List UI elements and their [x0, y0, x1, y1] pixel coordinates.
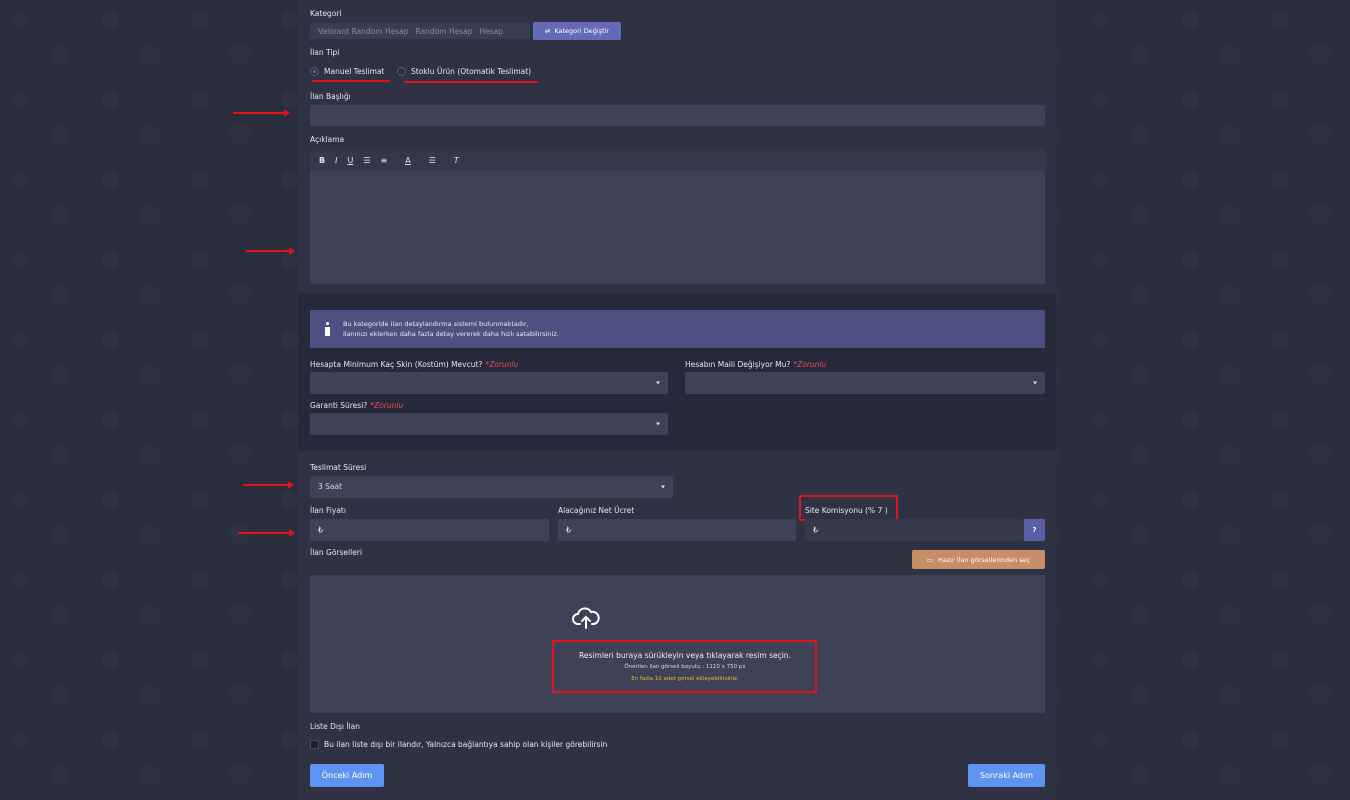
radio-dot — [397, 67, 406, 76]
unlisted-label: Liste Dışı İlan — [310, 722, 360, 731]
currency-symbol: ₺ — [566, 525, 572, 535]
swap-icon: ⇄ — [544, 27, 551, 35]
annotation-underline — [404, 81, 538, 83]
currency-symbol: ₺ — [813, 525, 819, 535]
chevron-down-icon — [1033, 381, 1037, 385]
skin-count-label: Hesapta Minimum Kaç Skin (Kostüm) Mevcut… — [310, 360, 518, 369]
category-path-item: Random Hesap — [415, 26, 473, 36]
clear-format-icon[interactable]: T — [454, 156, 459, 165]
size-hint: Önerilen ilan görseli boyutu : 1110 x 75… — [624, 664, 746, 670]
chevron-down-icon — [656, 381, 660, 385]
title-label: İlan Başlığı — [310, 92, 351, 101]
ordered-list-icon[interactable]: ☰ — [363, 156, 370, 165]
annotation-arrow — [246, 247, 295, 255]
commission-help-button[interactable]: ? — [1024, 519, 1045, 541]
radio-dot — [310, 67, 319, 76]
text-color-icon[interactable]: A — [405, 156, 410, 165]
bullet-list-icon[interactable]: ≡ — [381, 156, 388, 165]
description-editor[interactable] — [310, 171, 1045, 284]
price-input[interactable]: ₺ — [310, 519, 549, 541]
align-icon[interactable]: ☰ — [429, 156, 436, 165]
italic-button[interactable]: I — [335, 156, 337, 165]
ready-images-label: Hazır ilan görsellerinden seç — [937, 555, 1031, 564]
description-label: Açıklama — [310, 135, 345, 144]
listing-type-label: İlan Tipi — [310, 48, 340, 57]
change-category-label: Kategori Değiştir — [554, 27, 610, 35]
required-marker: *Zorunlu — [485, 360, 519, 369]
category-path-item: Hesap — [479, 26, 504, 36]
field-label: Hesapta Minimum Kaç Skin (Kostüm) Mevcut… — [310, 360, 483, 369]
category-path: Valorant Random Hesap Random Hesap Hesap — [310, 23, 530, 39]
change-category-button[interactable]: ⇄ Kategori Değiştir — [533, 22, 621, 40]
next-step-button[interactable]: Sonraki Adım — [968, 764, 1045, 787]
ready-images-button[interactable]: ▭ Hazır ilan görsellerinden seç — [912, 550, 1045, 569]
net-price-input[interactable]: ₺ — [558, 519, 796, 541]
editor-toolbar: B I U ☰ ≡ A ☰ T — [310, 149, 1045, 171]
annotation-arrow — [243, 481, 294, 489]
annotation-underline — [312, 80, 390, 82]
previous-step-button[interactable]: Önceki Adım — [310, 764, 384, 787]
title-input[interactable] — [310, 105, 1045, 126]
field-label: Hesabın Maili Değişiyor Mu? — [685, 360, 791, 369]
bold-button[interactable]: B — [319, 156, 325, 165]
info-line: ilanınızı eklerken daha fazla detay vere… — [343, 330, 559, 338]
mail-change-label: Hesabın Maili Değişiyor Mu? *Zorunlu — [685, 360, 826, 369]
radio-label: Stoklu Ürün (Otomatik Teslimat) — [411, 67, 532, 76]
cloud-upload-icon — [572, 607, 600, 629]
delivery-select[interactable]: 3 Saat — [310, 476, 673, 498]
annotation-arrow — [233, 109, 290, 117]
category-path-item: Valorant Random Hesap — [318, 26, 409, 36]
delivery-label: Teslimat Süresi — [310, 463, 367, 472]
delivery-value: 3 Saat — [318, 482, 343, 491]
price-label: İlan Fiyatı — [310, 506, 346, 515]
images-label: İlan Görselleri — [310, 548, 362, 557]
net-price-label: Alacağınız Net Ücret — [558, 506, 635, 515]
limit-hint: En fazla 10 adet görsel ekleyebilirsiniz… — [631, 676, 739, 682]
radio-label: Manuel Teslimat — [324, 67, 385, 76]
mail-change-select[interactable] — [685, 372, 1045, 394]
images-icon: ▭ — [926, 555, 933, 564]
info-line: Bu kategoride ilan detaylandırma sistemi… — [343, 320, 529, 328]
radio-manual-delivery[interactable]: Manuel Teslimat — [310, 67, 385, 76]
dropzone-text: Resimleri buraya sürükleyin veya tıklaya… — [579, 651, 791, 660]
required-marker: *Zorunlu — [793, 360, 827, 369]
info-alert: Bu kategoride ilan detaylandırma sistemi… — [310, 310, 1045, 348]
skin-count-select[interactable] — [310, 372, 668, 394]
chevron-down-icon — [656, 422, 660, 426]
annotation-arrow — [238, 529, 295, 537]
warranty-label: Garanti Süresi? *Zorunlu — [310, 401, 403, 410]
info-text: Bu kategoride ilan detaylandırma sistemi… — [343, 319, 559, 339]
radio-stock-product[interactable]: Stoklu Ürün (Otomatik Teslimat) — [397, 67, 531, 76]
warranty-select[interactable] — [310, 413, 668, 435]
currency-symbol: ₺ — [318, 525, 324, 535]
field-label: Garanti Süresi? — [310, 401, 368, 410]
category-label: Kategori — [310, 9, 342, 18]
annotation-box — [799, 495, 898, 521]
underline-button[interactable]: U — [347, 156, 353, 165]
commission-input: ₺ — [805, 519, 1024, 541]
unlisted-checkbox-text: Bu ilan liste dışı bir ilandır, Yalnızca… — [324, 740, 608, 749]
required-marker: *Zorunlu — [370, 401, 404, 410]
chevron-down-icon — [661, 485, 665, 489]
info-icon — [323, 322, 333, 336]
unlisted-checkbox[interactable] — [310, 740, 319, 749]
